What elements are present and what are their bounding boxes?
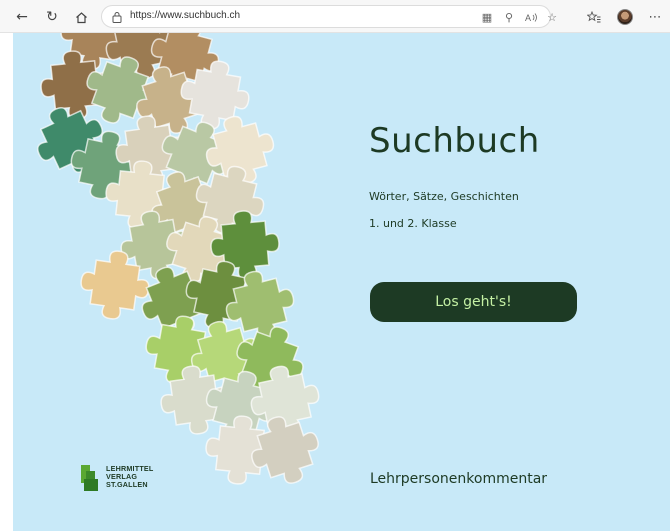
favorite-button[interactable]: ☆ — [543, 8, 561, 26]
address-bar[interactable]: https://www.suchbuch.ch ▦ ⚲ A ☆ — [101, 5, 557, 28]
arrow-left-icon: ← — [16, 9, 28, 25]
refresh-icon: ↻ — [46, 9, 58, 25]
puzzle-collage-illustration — [24, 33, 329, 494]
publisher-name-line3: ST.GALLEN — [106, 480, 148, 489]
page-title: Suchbuch — [369, 121, 540, 161]
more-button[interactable]: ⋯ — [644, 6, 666, 28]
start-button[interactable]: Los geht's! — [370, 282, 577, 322]
zoom-button[interactable]: ⚲ — [500, 8, 518, 26]
read-aloud-button[interactable]: A — [522, 8, 540, 26]
start-button-label: Los geht's! — [435, 294, 512, 310]
reader-mode-button[interactable]: ▦ — [478, 8, 496, 26]
url-text[interactable]: https://www.suchbuch.ch — [130, 10, 240, 21]
page-left-margin — [0, 33, 13, 531]
refresh-button[interactable]: ↻ — [41, 6, 63, 28]
back-button[interactable]: ← — [11, 6, 33, 28]
page-subtitle: Wörter, Sätze, Geschichten — [369, 190, 519, 203]
publisher-logo-mark — [81, 465, 98, 491]
page-content: Suchbuch Wörter, Sätze, Geschichten 1. u… — [13, 33, 670, 531]
zoom-icon: ⚲ — [504, 10, 514, 24]
favorites-button[interactable] — [583, 6, 605, 28]
home-icon — [75, 11, 87, 23]
svg-text:A: A — [525, 13, 531, 23]
publisher-logo[interactable]: LEHRMITTEL VERLAG ST.GALLEN — [81, 465, 171, 499]
home-button[interactable] — [70, 6, 92, 28]
grade-level: 1. und 2. Klasse — [369, 217, 457, 230]
lock-icon — [112, 12, 122, 23]
favorites-icon — [587, 11, 601, 23]
profile-avatar[interactable] — [617, 9, 633, 25]
reader-mode-icon: ▦ — [481, 10, 493, 24]
more-icon: ⋯ — [648, 9, 662, 25]
read-aloud-icon: A — [525, 13, 537, 23]
browser-toolbar: ← ↻ https://www.suchbuch.ch ▦ ⚲ A ☆ ⋯ — [0, 0, 670, 33]
publisher-name: LEHRMITTEL VERLAG ST.GALLEN — [106, 465, 154, 489]
teacher-commentary-link[interactable]: Lehrpersonenkommentar — [370, 471, 547, 487]
star-icon: ☆ — [547, 10, 557, 24]
